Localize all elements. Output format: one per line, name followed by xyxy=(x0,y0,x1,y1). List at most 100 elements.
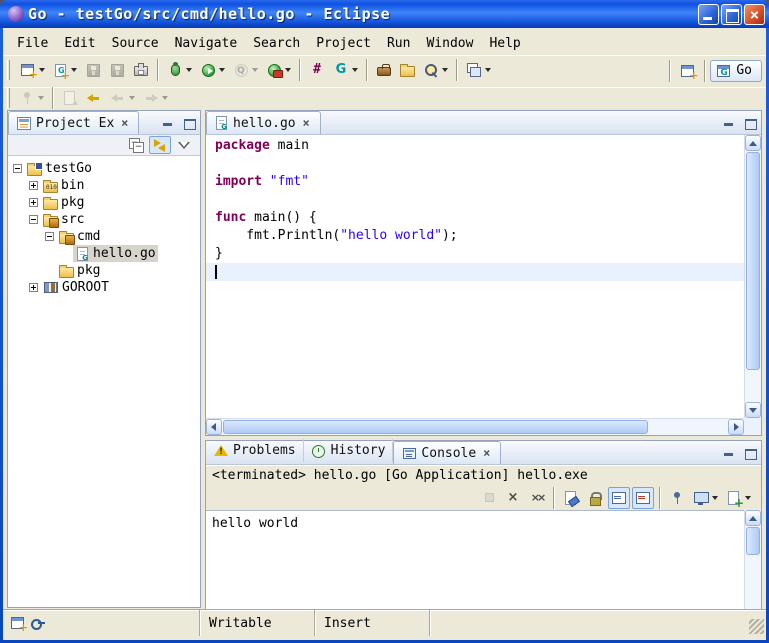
close-button[interactable] xyxy=(744,4,765,25)
scroll-lock-button[interactable] xyxy=(584,487,606,509)
close-tab-icon[interactable] xyxy=(118,117,131,130)
dropdown-arrow-icon[interactable] xyxy=(485,68,491,72)
open-resource-button[interactable] xyxy=(397,59,418,81)
search-button[interactable] xyxy=(420,59,451,81)
maximize-view-button[interactable] xyxy=(179,114,198,131)
open-console-button[interactable] xyxy=(723,487,754,509)
scroll-down-button[interactable] xyxy=(745,402,761,418)
tree-item-goroot[interactable]: GOROOT xyxy=(8,279,200,296)
tree-item-bin[interactable]: bin xyxy=(8,177,200,194)
scroll-up-button[interactable] xyxy=(745,510,761,526)
trim-status-icon[interactable] xyxy=(30,615,46,631)
dropdown-arrow-icon[interactable] xyxy=(252,68,258,72)
tab-history[interactable]: History xyxy=(304,439,394,462)
debug-button[interactable] xyxy=(164,59,195,81)
resize-grip[interactable] xyxy=(749,619,764,634)
close-tab-icon[interactable] xyxy=(480,447,493,460)
menu-source[interactable]: Source xyxy=(104,34,167,53)
run-button[interactable] xyxy=(197,59,228,81)
save-all-button[interactable] xyxy=(106,59,128,81)
profile-button[interactable] xyxy=(230,59,261,81)
code-editor[interactable]: package mainimport "fmt"func main() { fm… xyxy=(206,135,744,418)
link-with-editor-button[interactable] xyxy=(149,136,171,154)
display-console-button[interactable] xyxy=(690,487,721,509)
expander-plus-icon[interactable] xyxy=(29,283,38,292)
code-line[interactable] xyxy=(206,155,744,173)
tab-console[interactable]: Console xyxy=(393,441,501,464)
view-menu-button[interactable] xyxy=(173,136,195,154)
terminate-button[interactable] xyxy=(478,487,500,509)
titlebar[interactable]: Go - testGo/src/cmd/hello.go - Eclipse xyxy=(0,0,769,28)
scroll-right-button[interactable] xyxy=(728,419,744,435)
scroll-up-button[interactable] xyxy=(745,135,761,151)
dropdown-arrow-icon[interactable] xyxy=(745,496,751,500)
go-menu-button[interactable] xyxy=(330,59,361,81)
menu-file[interactable]: File xyxy=(9,34,56,53)
toolbar-grip[interactable] xyxy=(7,88,10,108)
dropdown-arrow-icon[interactable] xyxy=(712,496,718,500)
menu-search[interactable]: Search xyxy=(245,34,308,53)
scroll-left-button[interactable] xyxy=(206,419,222,435)
expander-minus-icon[interactable] xyxy=(29,215,38,224)
code-line[interactable]: } xyxy=(206,245,744,263)
remove-launch-button[interactable] xyxy=(502,487,524,509)
save-button[interactable] xyxy=(82,59,104,81)
tree-item-pkg[interactable]: pkg xyxy=(8,194,200,211)
new-go-app-button[interactable] xyxy=(306,59,328,81)
tree-item-cmd[interactable]: cmd xyxy=(8,228,200,245)
maximize-view-button[interactable] xyxy=(740,114,759,131)
expander-plus-icon[interactable] xyxy=(29,198,38,207)
menu-navigate[interactable]: Navigate xyxy=(167,34,246,53)
expander-minus-icon[interactable] xyxy=(13,164,22,173)
expander-plus-icon[interactable] xyxy=(29,181,38,190)
code-line[interactable]: package main xyxy=(206,137,744,155)
scrollbar-thumb[interactable] xyxy=(746,152,760,370)
menu-run[interactable]: Run xyxy=(379,34,418,53)
menu-help[interactable]: Help xyxy=(481,34,528,53)
tree-item-testgo[interactable]: testGo xyxy=(8,160,200,177)
tab-problems[interactable]: Problems xyxy=(206,439,304,462)
tree-item-pkg[interactable]: pkg xyxy=(8,262,200,279)
dropdown-arrow-icon[interactable] xyxy=(71,68,77,72)
menu-edit[interactable]: Edit xyxy=(56,34,103,53)
eclipse-logo-icon[interactable] xyxy=(8,6,24,22)
expander-minus-icon[interactable] xyxy=(45,232,54,241)
minimize-view-button[interactable] xyxy=(158,114,177,131)
show-stderr-button[interactable] xyxy=(632,487,654,509)
tab-hello-go[interactable]: hello.go xyxy=(206,111,321,134)
code-line[interactable]: func main() { xyxy=(206,209,744,227)
scrollbar-thumb[interactable] xyxy=(746,527,760,555)
code-line[interactable]: fmt.Println("hello world"); xyxy=(206,227,744,245)
fast-view-icon[interactable] xyxy=(11,617,24,629)
menu-project[interactable]: Project xyxy=(308,34,379,53)
scrollbar-thumb[interactable] xyxy=(223,420,648,434)
minimize-view-button[interactable] xyxy=(719,114,738,131)
collapse-all-button[interactable] xyxy=(125,136,147,154)
dropdown-arrow-icon[interactable] xyxy=(442,68,448,72)
tree-item-hello.go[interactable]: hello.go xyxy=(8,245,200,262)
open-element-button[interactable] xyxy=(373,59,395,81)
dropdown-arrow-icon[interactable] xyxy=(285,68,291,72)
editor-vertical-scrollbar[interactable] xyxy=(744,135,761,418)
editor-horizontal-scrollbar[interactable] xyxy=(206,418,744,435)
go-perspective-button[interactable]: Go xyxy=(710,60,762,82)
dropdown-arrow-icon[interactable] xyxy=(129,96,135,100)
dropdown-arrow-icon[interactable] xyxy=(162,96,168,100)
back-button[interactable] xyxy=(107,87,138,109)
remove-all-launches-button[interactable] xyxy=(526,487,548,509)
dropdown-arrow-icon[interactable] xyxy=(38,96,44,100)
minimize-view-button[interactable] xyxy=(719,444,738,461)
maximize-view-button[interactable] xyxy=(740,444,759,461)
dropdown-arrow-icon[interactable] xyxy=(219,68,225,72)
dropdown-arrow-icon[interactable] xyxy=(186,68,192,72)
menu-window[interactable]: Window xyxy=(418,34,481,53)
maximize-button[interactable] xyxy=(721,4,742,25)
close-tab-icon[interactable] xyxy=(300,117,313,130)
code-line[interactable] xyxy=(206,263,744,281)
code-line[interactable] xyxy=(206,191,744,209)
dropdown-arrow-icon[interactable] xyxy=(352,68,358,72)
last-edit-location-button[interactable] xyxy=(83,87,105,109)
open-perspective-button[interactable] xyxy=(676,60,699,82)
previous-annotation-button[interactable] xyxy=(59,87,81,109)
toolbar-grip[interactable] xyxy=(7,60,10,80)
